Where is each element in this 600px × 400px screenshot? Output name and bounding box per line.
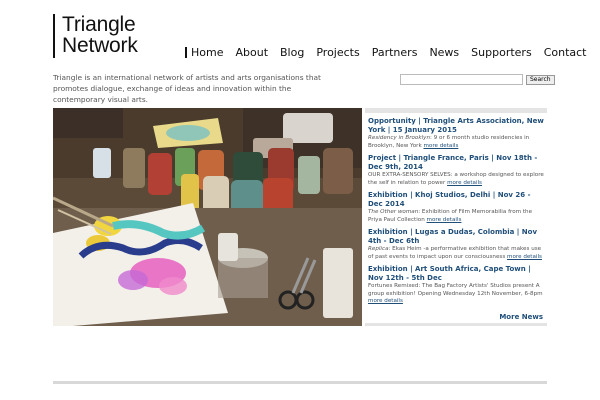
- news-item: Exhibition | Khoj Studios, Delhi | Nov 2…: [368, 191, 544, 224]
- nav-supporters[interactable]: Supporters: [471, 46, 532, 59]
- nav-divider: [185, 47, 187, 58]
- more-details-link[interactable]: more details: [423, 143, 458, 149]
- news-item: Exhibition | Lugas a Dudas, Colombia | N…: [368, 228, 544, 261]
- hero-artwork-illustration: [53, 108, 362, 326]
- news-title[interactable]: Opportunity | Triangle Arts Association,…: [368, 117, 544, 135]
- news-item: Project | Triangle France, Paris | Nov 1…: [368, 154, 544, 187]
- nav-partners[interactable]: Partners: [372, 46, 418, 59]
- search-input[interactable]: [400, 74, 523, 85]
- search-form: Search: [400, 74, 555, 85]
- logo-line-2: Network: [62, 34, 138, 57]
- news-title[interactable]: Exhibition | Khoj Studios, Delhi | Nov 2…: [368, 191, 544, 209]
- more-news-link[interactable]: More News: [499, 313, 543, 321]
- main-navigation: Home About Blog Projects Partners News S…: [185, 46, 586, 59]
- nav-blog[interactable]: Blog: [280, 46, 304, 59]
- news-desc: Replica: Ekas Heim -a performative exhib…: [368, 246, 544, 261]
- hero-image[interactable]: [53, 108, 362, 326]
- news-lead: Replica: [368, 246, 389, 252]
- nav-news[interactable]: News: [429, 46, 459, 59]
- nav-projects[interactable]: Projects: [316, 46, 359, 59]
- news-title[interactable]: Exhibition | Lugas a Dudas, Colombia | N…: [368, 228, 544, 246]
- nav-about[interactable]: About: [235, 46, 268, 59]
- news-title[interactable]: Project | Triangle France, Paris | Nov 1…: [368, 154, 544, 172]
- news-lead: The Other woman: [368, 209, 419, 215]
- more-details-link[interactable]: more details: [368, 298, 403, 304]
- news-title[interactable]: Exhibition | Art South Africa, Cape Town…: [368, 265, 544, 283]
- news-item: Exhibition | Art South Africa, Cape Town…: [368, 265, 544, 306]
- news-item: Opportunity | Triangle Arts Association,…: [368, 117, 544, 150]
- more-details-link[interactable]: more details: [507, 254, 542, 260]
- news-lead: Residency in Brooklyn: [368, 135, 431, 141]
- footer-divider: [53, 381, 547, 384]
- news-desc: OUR EXTRA-SENSORY SELVES: a workshop des…: [368, 172, 544, 187]
- nav-contact[interactable]: Contact: [544, 46, 587, 59]
- news-column: Opportunity | Triangle Arts Association,…: [365, 108, 547, 326]
- logo-line-1: Triangle: [62, 13, 136, 36]
- more-details-link[interactable]: more details: [427, 217, 462, 223]
- news-desc: The Other woman: Exhibition of Film Memo…: [368, 209, 544, 224]
- news-bottom-bar: [365, 323, 547, 326]
- site-logo[interactable]: Triangle Network: [53, 14, 138, 58]
- search-button[interactable]: Search: [526, 74, 555, 85]
- news-desc: Fortunes Remixed: The Bag Factory Artist…: [368, 283, 544, 306]
- nav-home[interactable]: Home: [191, 46, 223, 59]
- news-desc: Residency in Brooklyn: 9 or 6 month stud…: [368, 135, 544, 150]
- site-tagline: Triangle is an international network of …: [53, 73, 321, 104]
- news-text: Fortunes Remixed: The Bag Factory Artist…: [368, 283, 543, 297]
- more-details-link[interactable]: more details: [447, 180, 482, 186]
